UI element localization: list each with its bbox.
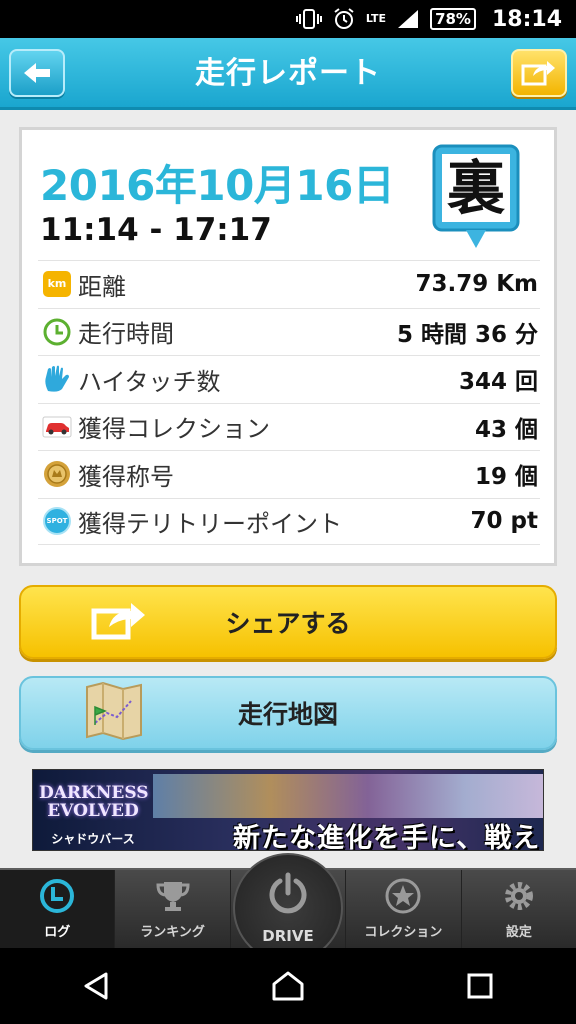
tab-label: ログ: [44, 925, 71, 940]
arrow-left-icon: [24, 63, 50, 83]
share-button-label: シェアする: [225, 609, 351, 638]
stat-label: ハイタッチ数: [78, 367, 221, 396]
network-type: LTE: [365, 12, 387, 25]
title-medal-icon: [42, 459, 72, 489]
stat-label: 距離: [78, 272, 126, 301]
tab-label: ランキング: [140, 925, 205, 940]
tab-label: コレクション: [364, 925, 443, 940]
share-button[interactable]: シェアする: [19, 585, 557, 659]
ad-copy: 新たな進化を手に、戦え: [233, 823, 541, 851]
stat-row-territory: SPOT 獲得テリトリーポイント 70 pt: [38, 497, 540, 545]
ad-logo: DARKNESS EVOLVED: [39, 783, 149, 821]
app-header: 走行レポート: [0, 38, 576, 110]
car-icon: [42, 412, 72, 442]
trophy-icon: [153, 876, 193, 916]
ad-card-art: [153, 774, 543, 818]
stat-value: 5 時間 36 分: [396, 321, 538, 348]
vibrate-icon: [295, 9, 322, 29]
nav-back-button[interactable]: [66, 956, 126, 1016]
stat-value: 70 pt: [470, 508, 538, 535]
stat-label: 獲得称号: [78, 462, 174, 491]
stat-value: 73.79 Km: [415, 271, 538, 298]
stat-row-titles: 獲得称号 19 個: [38, 450, 540, 498]
header-share-button[interactable]: [511, 49, 567, 97]
nav-home-button[interactable]: [258, 956, 318, 1016]
recents-square-icon: [467, 973, 493, 999]
km-icon: km: [42, 269, 72, 299]
drive-button[interactable]: DRIVE: [233, 853, 343, 963]
status-time: 18:14: [491, 6, 562, 32]
power-icon: [266, 871, 310, 919]
log-clock-icon: [37, 876, 77, 916]
drive-label: DRIVE: [262, 927, 314, 945]
tab-ranking[interactable]: ランキング: [115, 870, 231, 948]
battery-indicator: 78%: [430, 8, 476, 30]
stat-value: 43 個: [474, 416, 538, 443]
home-icon: [272, 971, 304, 1001]
page-title: 走行レポート: [195, 56, 381, 91]
system-nav-bar: [0, 948, 576, 1024]
tab-log[interactable]: ログ: [0, 870, 116, 948]
report-card: 2016年10月16日 11:14 - 17:17 裏 km 距離 73.79 …: [19, 127, 557, 566]
nav-recents-button[interactable]: [450, 956, 510, 1016]
stat-label: 獲得テリトリーポイント: [78, 509, 342, 538]
alarm-icon: [332, 7, 356, 31]
spot-icon: SPOT: [42, 506, 72, 536]
stat-label: 走行時間: [78, 320, 174, 349]
ad-logo-subtitle: シャドウバース: [51, 832, 135, 846]
stat-value: 344 回: [458, 369, 538, 396]
star-icon: [383, 876, 423, 916]
stat-value: 19 個: [474, 464, 538, 491]
status-bar: LTE 78% 18:14: [0, 0, 576, 38]
share-icon: [521, 61, 555, 86]
tab-settings[interactable]: 設定: [462, 870, 576, 948]
back-triangle-icon: [84, 972, 108, 1000]
back-button[interactable]: [9, 49, 65, 97]
stat-row-distance: km 距離 73.79 Km: [38, 260, 540, 308]
signal-icon: [396, 8, 420, 30]
report-time-range: 11:14 - 17:17: [40, 212, 272, 248]
hi-touch-icon: [42, 364, 72, 394]
stat-row-drive-time: 走行時間 5 時間 36 分: [38, 307, 540, 356]
clock-icon: [42, 317, 72, 347]
map-pin-badge: 裏: [432, 144, 520, 254]
drive-map-button[interactable]: 走行地図: [19, 676, 557, 750]
gear-icon: [499, 876, 539, 916]
drive-map-button-label: 走行地図: [237, 700, 338, 729]
ad-banner[interactable]: DARKNESS EVOLVED シャドウバース 新たな進化を手に、戦え: [32, 769, 544, 851]
report-date: 2016年10月16日: [40, 161, 395, 210]
stat-label: 獲得コレクション: [78, 415, 270, 444]
tab-collection[interactable]: コレクション: [346, 870, 462, 948]
stat-row-collection: 獲得コレクション 43 個: [38, 402, 540, 451]
tab-label: 設定: [505, 925, 532, 940]
badge-character: 裏: [446, 154, 505, 222]
stats-list: km 距離 73.79 Km 走行時間 5 時間 36 分 ハイタッチ数 344…: [38, 260, 540, 545]
stat-row-hi-touch: ハイタッチ数 344 回: [38, 355, 540, 403]
